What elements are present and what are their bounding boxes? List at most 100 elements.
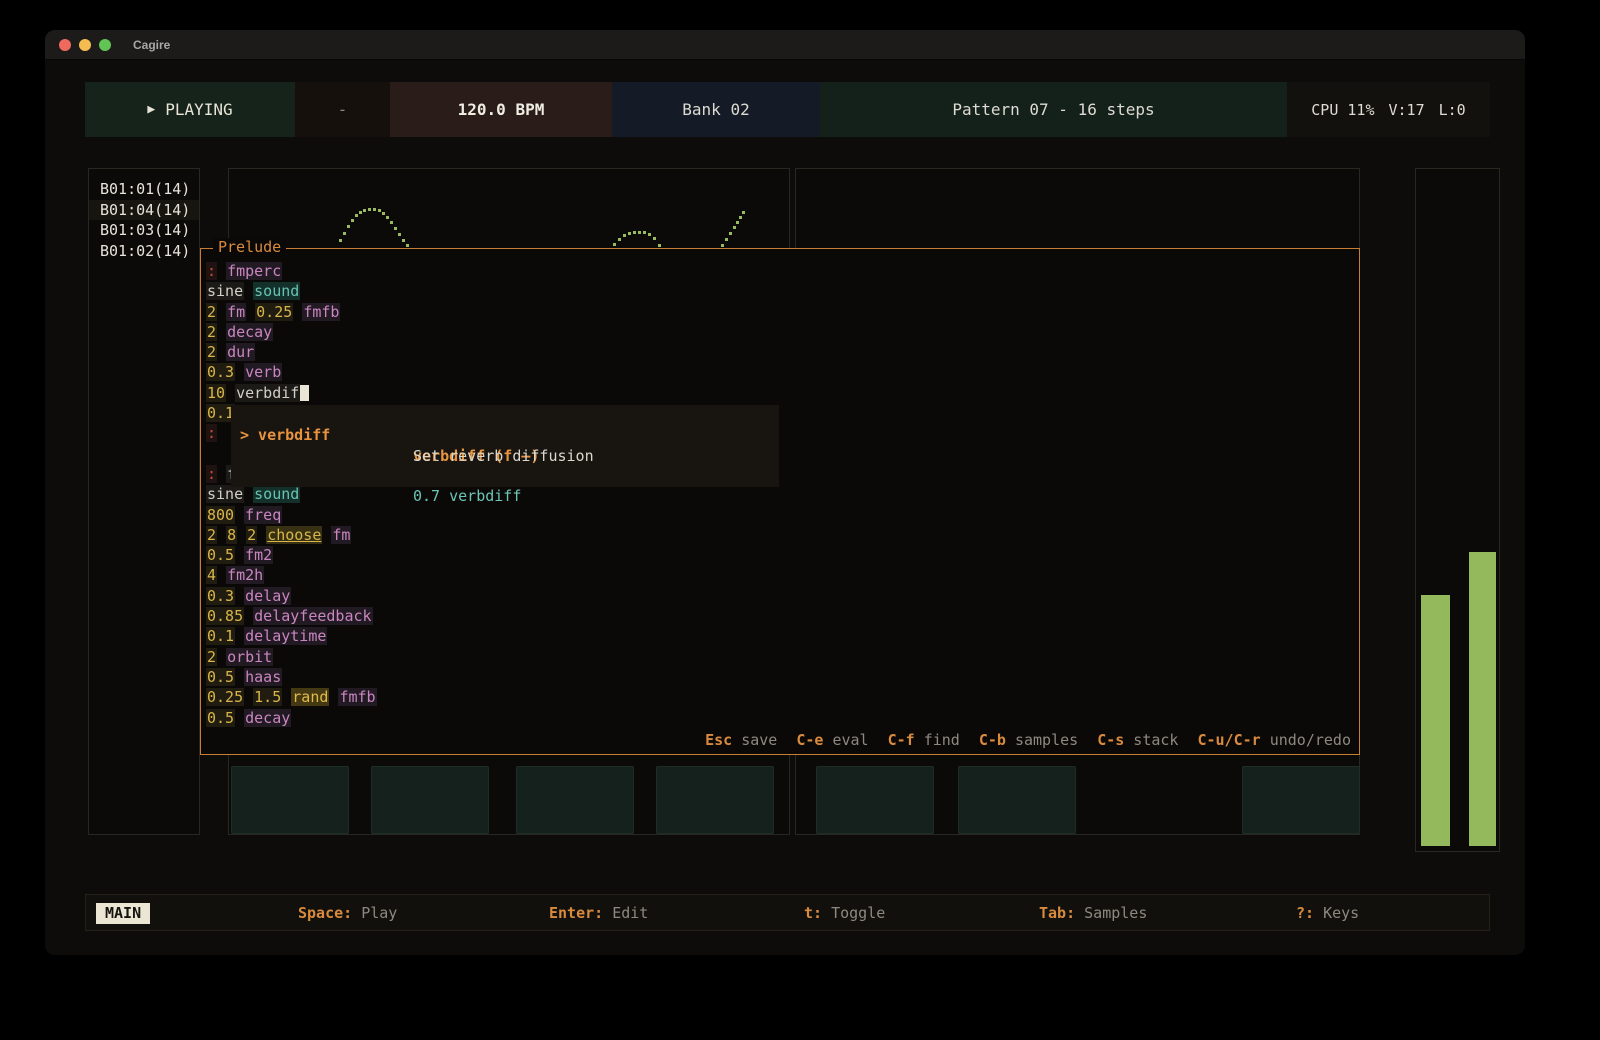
zoom-button[interactable] <box>99 39 111 51</box>
hint-samples: Tab: Samples <box>1039 903 1147 924</box>
code-line[interactable]: 0.3 delay <box>206 586 1355 606</box>
code-token: fmperc <box>226 262 282 280</box>
pattern-list-item[interactable]: B01:03(14) <box>89 220 199 241</box>
code-token: fmfb <box>338 688 376 706</box>
code-line[interactable]: 0.3 verb <box>206 362 1355 382</box>
code-line[interactable]: 4 fm2h <box>206 565 1355 585</box>
code-editor[interactable]: Prelude : fmpercsine sound2 fm 0.25 fmfb… <box>200 248 1360 755</box>
code-line[interactable]: 0.85 delayfeedback <box>206 606 1355 626</box>
code-line[interactable]: sine sound <box>206 281 1355 301</box>
code-line[interactable]: 10 verbdif <box>206 383 1355 403</box>
hint-edit: Enter: Edit <box>549 903 648 924</box>
waveform-dot <box>742 211 745 214</box>
code-token: 2 <box>206 323 217 341</box>
editor-keybind: C-e eval <box>796 731 868 749</box>
bpm-display[interactable]: 120.0 BPM <box>390 82 612 137</box>
code-token: 0.5 <box>206 709 235 727</box>
code-area[interactable]: : fmpercsine sound2 fm 0.25 fmfb2 decay2… <box>206 261 1355 728</box>
pattern-list-item[interactable]: B01:01(14) <box>89 179 199 200</box>
bank-display[interactable]: Bank 02 <box>612 82 820 137</box>
step-slot[interactable] <box>371 766 489 834</box>
code-token: delay <box>244 587 291 605</box>
code-token: 2 <box>206 343 217 361</box>
code-line[interactable]: 0.1 delaytime <box>206 626 1355 646</box>
pattern-display[interactable]: Pattern 07 - 16 steps <box>820 82 1287 137</box>
editor-keybinds: Esc saveC-e evalC-f findC-b samplesC-s s… <box>705 731 1351 749</box>
code-line[interactable]: 0.25 1.5 rand fmfb <box>206 687 1355 707</box>
transport-status[interactable]: ▶PLAYING <box>85 82 295 137</box>
code-token: fmfb <box>302 303 340 321</box>
waveform-dot <box>402 239 405 242</box>
code-token: 4 <box>206 566 217 584</box>
code-line[interactable]: 2 dur <box>206 342 1355 362</box>
autocomplete-row: 0.7 verbdiff <box>231 466 779 486</box>
code-line[interactable]: 0.5 fm2 <box>206 545 1355 565</box>
waveform-dot <box>725 238 728 241</box>
code-token: haas <box>244 668 282 686</box>
code-line[interactable]: 0.5 haas <box>206 667 1355 687</box>
waveform-dot <box>343 232 346 235</box>
mode-badge: MAIN <box>96 903 150 924</box>
hint-keys: ?: Keys <box>1296 903 1359 924</box>
waveform-dot <box>339 239 342 242</box>
waveform-dot <box>368 208 371 211</box>
waveform-dot <box>347 225 350 228</box>
code-token: 0.3 <box>206 363 235 381</box>
traffic-lights <box>59 39 111 51</box>
code-token: sound <box>253 282 300 300</box>
close-button[interactable] <box>59 39 71 51</box>
waveform-dot <box>355 214 358 217</box>
waveform-dot <box>618 238 621 241</box>
step-slot[interactable] <box>816 766 934 834</box>
waveform-dot <box>628 232 631 235</box>
waveform-dot <box>638 231 641 234</box>
code-token: 0.25 <box>255 303 293 321</box>
waveform-dot <box>633 231 636 234</box>
code-token: 0.85 <box>206 607 244 625</box>
level-meter-bar <box>1469 552 1496 846</box>
step-slot[interactable] <box>231 766 349 834</box>
waveform-dot <box>390 221 393 224</box>
pattern-list-item[interactable]: B01:04(14) <box>89 200 199 221</box>
code-line[interactable]: 2 fm 0.25 fmfb <box>206 302 1355 322</box>
code-token: 0.5 <box>206 546 235 564</box>
waveform-dot <box>394 227 397 230</box>
code-line[interactable]: : fmperc <box>206 261 1355 281</box>
step-slot[interactable] <box>1242 766 1360 834</box>
code-token: choose <box>266 526 322 544</box>
code-token: sine <box>206 282 244 300</box>
waveform-dot <box>648 233 651 236</box>
waveform-dot <box>739 216 742 219</box>
code-line[interactable]: 2 decay <box>206 322 1355 342</box>
editor-keybind: C-u/C-r undo/redo <box>1197 731 1351 749</box>
code-token: decay <box>226 323 273 341</box>
text-cursor <box>300 385 309 401</box>
code-token: verb <box>244 363 282 381</box>
step-slot[interactable] <box>958 766 1076 834</box>
code-token: 2 <box>206 526 217 544</box>
code-line[interactable]: 0.5 decay <box>206 708 1355 728</box>
autocomplete-row: Set reverb diffusion <box>231 425 779 445</box>
code-token: 0.25 <box>206 688 244 706</box>
waveform-dot <box>729 232 732 235</box>
level-meter-panel <box>1415 168 1500 852</box>
code-token: 0.1 <box>206 627 235 645</box>
code-token: 10 <box>206 384 226 402</box>
step-slot[interactable] <box>516 766 634 834</box>
waveform-dot <box>733 226 736 229</box>
minimize-button[interactable] <box>79 39 91 51</box>
autocomplete-row: > verbdiff verbdiff (f —) <box>231 405 779 425</box>
code-line[interactable]: 2 8 2 choose fm <box>206 525 1355 545</box>
cpu-stat: CPU 11% <box>1311 101 1374 119</box>
code-token: fm <box>331 526 351 544</box>
step-slot[interactable] <box>656 766 774 834</box>
code-token: delaytime <box>244 627 327 645</box>
code-line[interactable]: sine sound <box>206 484 1355 504</box>
editor-title: Prelude <box>213 238 286 256</box>
code-token: verbdif <box>235 384 300 402</box>
code-token: rand <box>291 688 329 706</box>
code-line[interactable]: 800 freq <box>206 505 1355 525</box>
pattern-list-item[interactable]: B01:02(14) <box>89 241 199 262</box>
code-line[interactable]: 2 orbit <box>206 647 1355 667</box>
code-token: fm <box>226 303 246 321</box>
